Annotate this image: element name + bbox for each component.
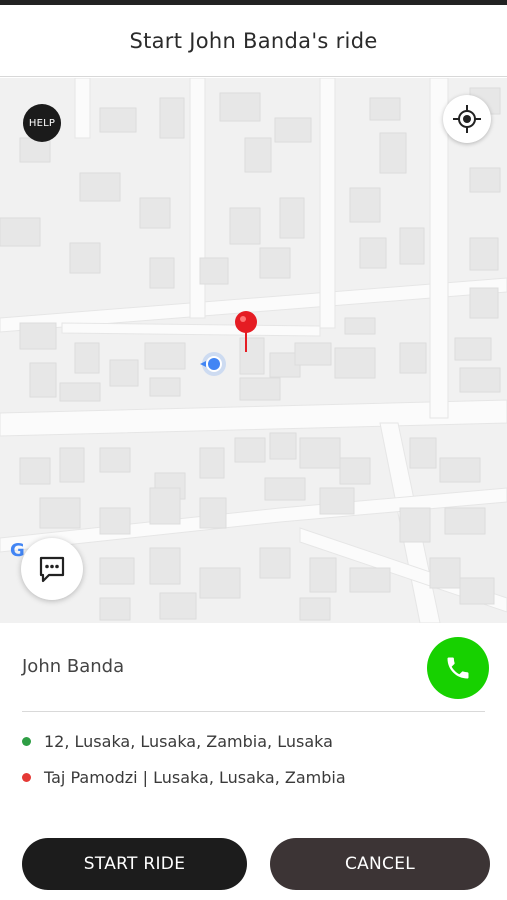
destination-pin-icon (233, 310, 259, 352)
header-bar: Start John Banda's ride (0, 5, 507, 77)
start-ride-label: START RIDE (83, 854, 186, 874)
help-button[interactable]: HELP (23, 104, 61, 142)
divider (22, 711, 485, 712)
rider-name: John Banda (22, 656, 125, 677)
start-ride-button[interactable]: START RIDE (22, 838, 247, 890)
dropoff-dot-icon (22, 773, 31, 782)
page-title: Start John Banda's ride (129, 28, 378, 53)
call-button[interactable] (427, 637, 489, 699)
phone-icon (447, 657, 469, 679)
chat-bubble-icon (39, 556, 65, 583)
cancel-button[interactable]: CANCEL (270, 838, 490, 890)
dropoff-address-text: Taj Pamodzi | Lusaka, Lusaka, Zambia (44, 768, 346, 787)
cancel-label: CANCEL (344, 854, 416, 874)
dropoff-address: Taj Pamodzi | Lusaka, Lusaka, Zambia (22, 768, 346, 787)
pickup-address: 12, Lusaka, Lusaka, Zambia, Lusaka (22, 732, 333, 751)
map-view[interactable]: HELP G (0, 78, 507, 623)
help-label: HELP (28, 117, 56, 129)
crosshair-icon (453, 105, 481, 133)
pickup-address-text: 12, Lusaka, Lusaka, Zambia, Lusaka (44, 732, 333, 751)
locate-me-button[interactable] (443, 95, 491, 143)
pickup-dot-icon (22, 737, 31, 746)
current-location-icon (198, 348, 230, 380)
ride-details-panel: John Banda 12, Lusaka, Lusaka, Zambia, L… (0, 623, 507, 900)
chat-button[interactable] (21, 538, 83, 600)
